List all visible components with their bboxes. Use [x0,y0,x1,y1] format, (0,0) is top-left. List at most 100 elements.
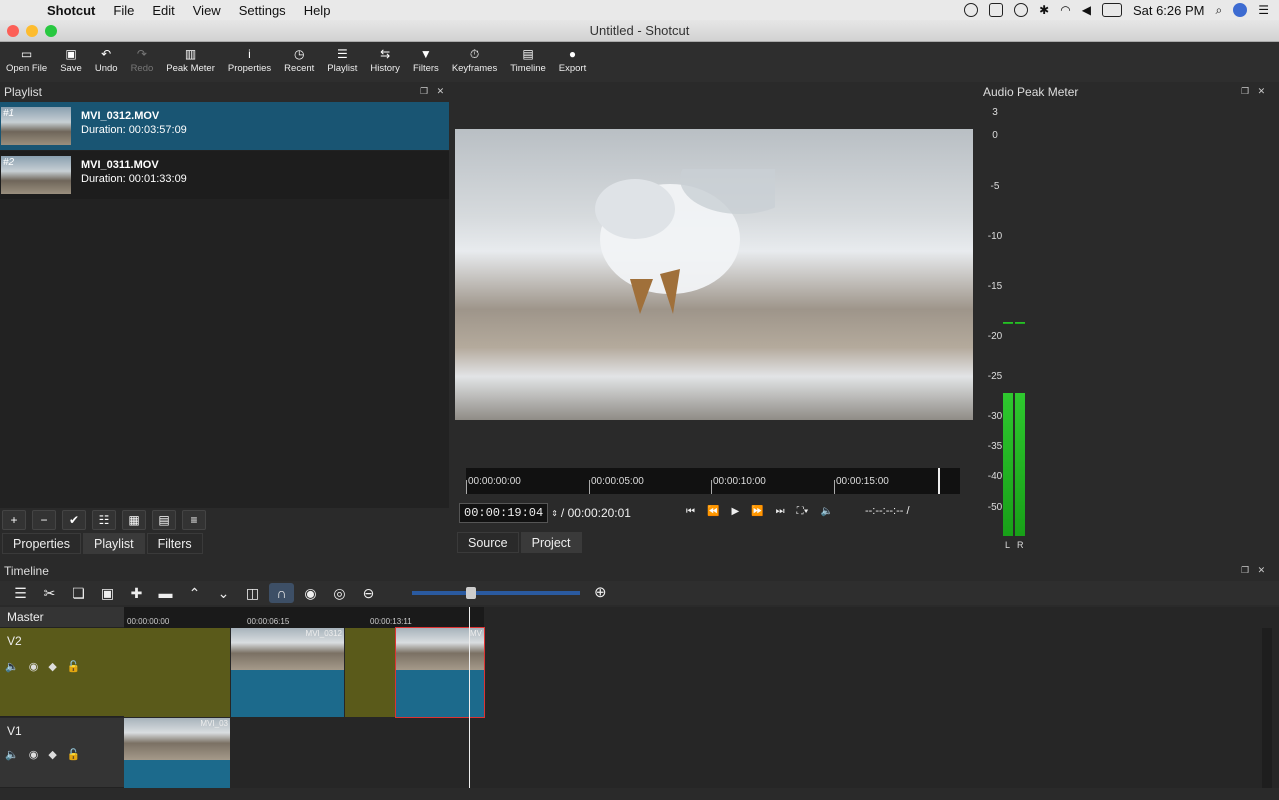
tiles-view-icon[interactable]: ▦ [122,510,146,530]
timeline-ruler[interactable]: 00:00:00:00 00:00:06:15 00:00:13:11 [124,607,484,628]
ripple-icon[interactable]: ◎ [327,583,352,603]
menu-app[interactable]: Shotcut [47,3,95,18]
timeline-scrollbar[interactable] [1262,628,1272,788]
hide-icon[interactable]: ◉ [29,660,39,673]
clip-v2-b[interactable]: MV [395,627,485,718]
scrub-icon[interactable]: ◉ [298,583,323,603]
undo-button[interactable]: ↶ Undo [95,42,118,74]
properties-button[interactable]: i Properties [228,42,271,74]
skip-previous-icon[interactable]: ⏮ [686,506,695,517]
player-scrubber[interactable]: 00:00:00:00 00:00:05:00 00:00:10:00 00:0… [466,468,960,494]
clip-v1-a[interactable]: MVI_03 [124,718,230,788]
icons-view-icon[interactable]: ▤ [152,510,176,530]
export-button[interactable]: ● Export [559,42,586,74]
close-window-button[interactable] [7,25,19,37]
mute-icon[interactable]: 🔈 [5,748,19,761]
close-icon[interactable]: ✕ [1258,565,1266,575]
menu-icon[interactable]: ≡ [182,510,206,530]
blank-clip[interactable] [124,628,230,717]
battery-icon[interactable] [1101,3,1122,17]
fast-forward-icon[interactable]: ⏩ [751,506,763,517]
zoom-icon[interactable]: ⛶▾ [797,506,809,517]
details-view-icon[interactable]: ☷ [92,510,116,530]
player-playhead[interactable] [938,468,940,494]
zoom-window-button[interactable] [45,25,57,37]
zoom-out-icon[interactable]: ⊖ [356,583,381,603]
update-icon[interactable]: ✔ [62,510,86,530]
history-button[interactable]: ⇆ History [370,42,400,74]
spinner-icon[interactable]: ⇕ [551,509,558,518]
lift-icon[interactable]: ⌃ [182,583,207,603]
bluetooth-icon[interactable]: ✱ [1039,3,1049,17]
tab-playlist[interactable]: Playlist [82,533,145,554]
redo-button[interactable]: ↷ Redo [131,42,154,74]
track-v2[interactable]: V2 🔈 ◉ ◆ 🔓 [0,628,124,717]
close-icon[interactable]: ✕ [1258,86,1266,96]
timeline-playhead[interactable] [469,607,470,788]
remove-icon[interactable]: − [32,510,56,530]
recent-button[interactable]: ◷ Recent [284,42,314,74]
lock-icon[interactable]: 🔓 [67,748,81,761]
minimize-window-button[interactable] [26,25,38,37]
playlist-item[interactable]: #1 MVI_0312.MOV Duration: 00:03:57:09 [0,102,449,150]
add-icon[interactable]: + [2,510,26,530]
overwrite-icon[interactable]: ⌄ [211,583,236,603]
zoom-knob[interactable] [466,587,476,599]
timeline-button[interactable]: ▤ Timeline [510,42,546,74]
zoom-slider[interactable] [412,587,580,599]
zoom-in-icon[interactable]: ⊕ [594,583,607,601]
notification-center-icon[interactable]: ☰ [1258,3,1269,17]
tab-project[interactable]: Project [520,532,582,553]
tab-source[interactable]: Source [457,532,519,553]
timecode-row: 00:00:19:04 ⇕ / 00:00:20:01 [459,502,631,524]
menu-file[interactable]: File [113,3,134,18]
peak-meter-button[interactable]: ▥ Peak Meter [166,42,215,74]
copy-icon[interactable]: ❏ [66,583,91,603]
cut-icon[interactable]: ✂ [37,583,62,603]
siri-icon[interactable] [1233,3,1248,17]
tab-filters[interactable]: Filters [146,533,203,554]
composite-icon[interactable]: ◆ [48,660,56,673]
wifi-icon[interactable]: ◠ [1060,3,1070,17]
track-v1[interactable]: V1 🔈 ◉ ◆ 🔓 [0,718,124,788]
split-icon[interactable]: ◫ [240,583,265,603]
rewind-icon[interactable]: ⏪ [707,506,719,517]
app-status-icon[interactable] [989,3,1004,17]
menu-settings[interactable]: Settings [239,3,286,18]
hide-icon[interactable]: ◉ [29,748,39,761]
timeline-menu-icon[interactable]: ☰ [8,583,33,603]
skip-next-icon[interactable]: ⏭ [776,506,785,517]
open-file-button[interactable]: ▭ Open File [6,42,47,74]
keyframes-button[interactable]: ⏱ Keyframes [452,42,497,74]
volume-icon[interactable]: 🔈 [821,506,833,517]
tab-properties[interactable]: Properties [2,533,81,554]
playlist-button[interactable]: ☰ Playlist [327,42,357,74]
lock-icon[interactable]: 🔓 [67,660,81,673]
remove-icon[interactable]: ▬ [153,583,178,603]
close-icon[interactable]: ✕ [437,86,445,96]
save-button[interactable]: ▣ Save [60,42,82,74]
float-icon[interactable]: ❐ [420,86,428,96]
menu-help[interactable]: Help [304,3,331,18]
video-preview[interactable] [455,129,973,420]
paste-icon[interactable]: ▣ [95,583,120,603]
mute-icon[interactable]: 🔈 [5,660,19,673]
filters-button[interactable]: ▼ Filters [413,42,439,74]
menu-view[interactable]: View [193,3,221,18]
position-timecode[interactable]: 00:00:19:04 [459,503,549,523]
clock[interactable]: Sat 6:26 PM [1133,3,1205,18]
spotlight-icon[interactable]: ⌕ [1216,3,1223,18]
float-icon[interactable]: ❐ [1241,86,1249,96]
append-icon[interactable]: ✚ [124,583,149,603]
volume-icon[interactable]: ◀ [1082,3,1091,17]
composite-icon[interactable]: ◆ [48,748,56,761]
snap-icon[interactable]: ∩ [269,583,294,603]
blank-clip[interactable] [345,628,395,717]
play-icon[interactable]: ▶ [731,506,739,517]
time-machine-icon[interactable] [1014,3,1029,17]
float-icon[interactable]: ❐ [1241,565,1249,575]
record-icon[interactable] [964,3,979,17]
menu-edit[interactable]: Edit [152,3,174,18]
clip-v2-a[interactable]: MVI_0312 [231,628,344,717]
playlist-item[interactable]: #2 MVI_0311.MOV Duration: 00:01:33:09 [0,151,449,199]
